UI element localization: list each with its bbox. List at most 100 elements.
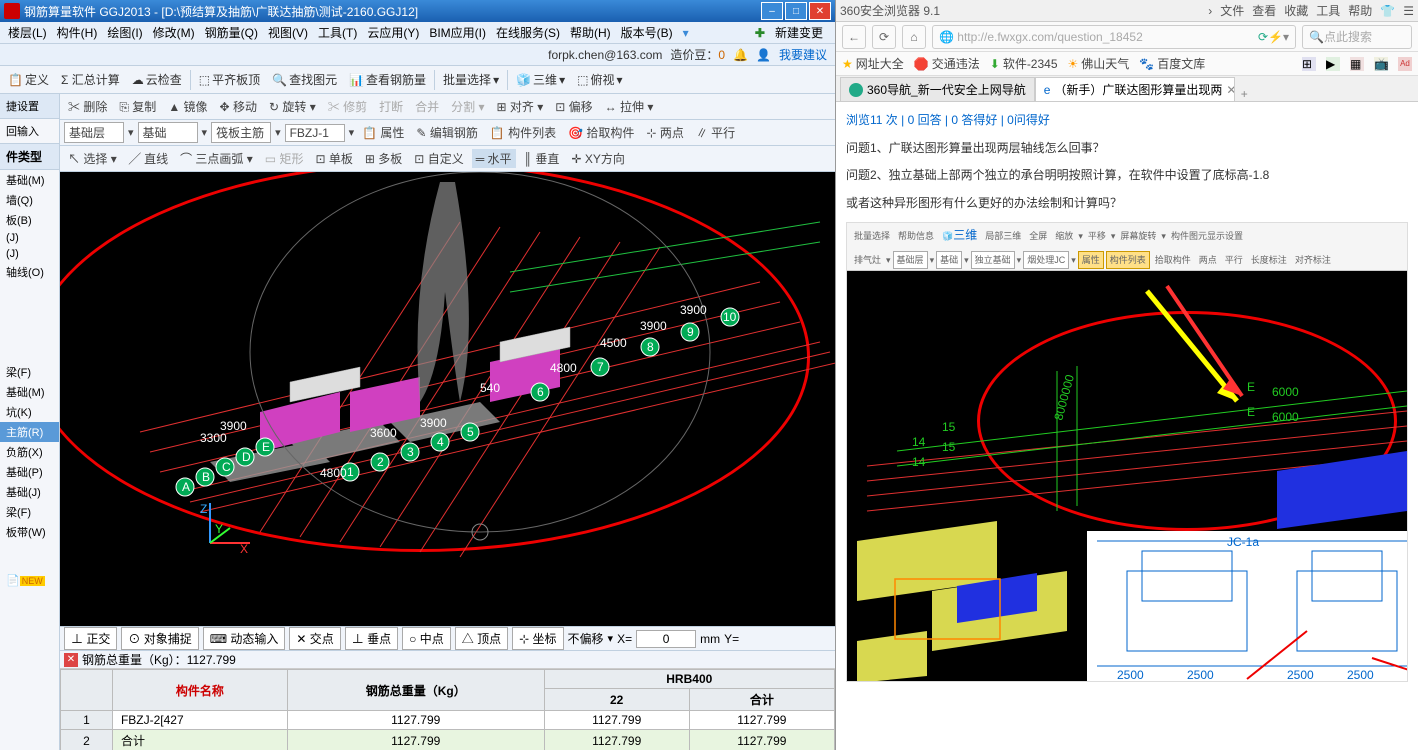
menu-rebar[interactable]: 钢筋量(Q)	[201, 24, 262, 41]
top-menu-view[interactable]: 查看	[1252, 2, 1276, 19]
list-item[interactable]: 板带(W)	[0, 522, 59, 542]
table-row[interactable]: 2 合计 1127.799 1127.799 1127.799	[61, 730, 835, 750]
trim-button[interactable]: ✂ 修剪	[324, 97, 371, 116]
top-menu-file[interactable]: 文件	[1220, 2, 1244, 19]
list-item[interactable]: 基础(P)	[0, 462, 59, 482]
rect-tool[interactable]: ▭ 矩形	[261, 149, 308, 168]
tab-360nav[interactable]: 360导航_新一代安全上网导航	[840, 77, 1035, 101]
offset-button[interactable]: ⊡ 偏移	[551, 97, 596, 116]
new-badge[interactable]: 📄NEW	[0, 572, 59, 589]
new-change-button[interactable]: ✚新建变更	[747, 24, 831, 41]
ext-icon[interactable]: ▦	[1350, 57, 1364, 71]
two-point-button[interactable]: ⊹ 两点	[642, 123, 687, 142]
intersect-button[interactable]: ✕ 交点	[289, 627, 340, 650]
list-item[interactable]: 基础(M)	[0, 382, 59, 402]
maximize-button[interactable]: □	[785, 2, 807, 20]
ext-icon[interactable]: 📺	[1374, 57, 1388, 71]
cloud-check-button[interactable]: ☁ 云检查	[128, 69, 186, 90]
menu-floor[interactable]: 楼层(L)	[4, 24, 51, 41]
side-tab-input[interactable]: 回输入	[0, 119, 59, 144]
address-bar[interactable]: 🌐 http://e.fwxgx.com/question_18452 ⟳ ⚡ …	[932, 25, 1296, 49]
menu-bim[interactable]: BIM应用(I)	[425, 24, 490, 41]
tab-question[interactable]: e （新手）广联达图形算量出现两 ✕	[1035, 77, 1235, 101]
list-item[interactable]: 负筋(X)	[0, 442, 59, 462]
code-select[interactable]: FBZJ-1	[285, 124, 345, 142]
list-item[interactable]: 基础(M)	[0, 170, 59, 190]
single-plate-button[interactable]: ⊡ 单板	[311, 149, 356, 168]
bookmark-wenku[interactable]: 🐾百度文库	[1139, 55, 1205, 72]
3d-viewport[interactable]: A B C D E 1 2 3 4 5 6 7 8 9 10	[60, 172, 835, 626]
multi-plate-button[interactable]: ⊞ 多板	[361, 149, 406, 168]
bell-icon[interactable]: 🔔	[733, 48, 748, 62]
search-input[interactable]: 🔍 点此搜索	[1302, 25, 1412, 49]
select-tool[interactable]: ↖ 选择 ▾	[64, 149, 121, 168]
parallel-button[interactable]: ∥ 平行	[692, 123, 739, 142]
merge-button[interactable]: 合并	[411, 97, 443, 116]
arc-tool[interactable]: ⌒ 三点画弧 ▾	[176, 149, 257, 168]
move-button[interactable]: ✥ 移动	[216, 97, 261, 116]
table-row[interactable]: 1 FBZJ-2[427 1127.799 1127.799 1127.799	[61, 711, 835, 730]
refresh-icon[interactable]: ⟳	[1258, 30, 1268, 44]
list-item[interactable]: 轴线(O)	[0, 262, 59, 282]
new-tab-button[interactable]: +	[1235, 87, 1254, 101]
batch-select-button[interactable]: 批量选择 ▾	[439, 69, 503, 90]
menu-modify[interactable]: 修改(M)	[149, 24, 199, 41]
reload-button[interactable]: ⟳	[872, 25, 896, 49]
top-menu-tools[interactable]: 工具	[1316, 2, 1340, 19]
custom-button[interactable]: ⊡ 自定义	[410, 149, 467, 168]
snap-button[interactable]: ⊙ 对象捕捉	[121, 627, 198, 650]
list-item[interactable]: (J)	[0, 246, 59, 262]
menu-draw[interactable]: 绘图(I)	[103, 24, 146, 41]
list-item[interactable]: 梁(F)	[0, 502, 59, 522]
vertical-button[interactable]: ║ 垂直	[520, 149, 564, 168]
shirt-icon[interactable]: 👕	[1380, 4, 1395, 18]
menu-icon[interactable]: ☰	[1403, 4, 1414, 18]
align-button[interactable]: ⊞ 对齐 ▾	[492, 97, 547, 116]
list-item[interactable]: 梁(F)	[0, 362, 59, 382]
menu-online[interactable]: 在线服务(S)	[492, 24, 564, 41]
break-button[interactable]: 打断	[375, 97, 407, 116]
horizontal-button[interactable]: ═ 水平	[472, 149, 516, 168]
rebar-select[interactable]: 筏板主筋	[211, 122, 271, 143]
split-button[interactable]: 分割 ▾	[447, 97, 488, 116]
top-menu-fav[interactable]: 收藏	[1284, 2, 1308, 19]
close-button[interactable]: ✕	[809, 2, 831, 20]
ortho-button[interactable]: ⊥ 正交	[64, 627, 117, 650]
vertex-button[interactable]: △ 顶点	[455, 627, 508, 650]
menu-tools[interactable]: 工具(T)	[314, 24, 361, 41]
mirror-button[interactable]: ▲ 镜像	[164, 97, 211, 116]
offset-select[interactable]: 不偏移	[568, 630, 604, 647]
list-item[interactable]: 墙(Q)	[0, 190, 59, 210]
bookmark-weather[interactable]: ☀佛山天气	[1068, 55, 1130, 72]
suggest-link[interactable]: 我要建议	[779, 46, 827, 63]
edit-rebar-button[interactable]: ✎ 编辑钢筋	[412, 123, 481, 142]
home-button[interactable]: ⌂	[902, 25, 926, 49]
list-item[interactable]: 主筋(R)	[0, 422, 59, 442]
menu-cloud[interactable]: 云应用(Y)	[363, 24, 423, 41]
minimize-button[interactable]: –	[761, 2, 783, 20]
line-tool[interactable]: ╱ 直线	[125, 149, 172, 168]
back-button[interactable]: ←	[842, 25, 866, 49]
midpoint-button[interactable]: ○ 中点	[402, 627, 451, 650]
user-icon[interactable]: 👤	[756, 48, 771, 62]
define-button[interactable]: 📋 定义	[4, 69, 53, 90]
property-button[interactable]: 📋 属性	[358, 123, 408, 142]
xy-button[interactable]: ✛ XY方向	[567, 149, 628, 168]
ext-icon[interactable]: ▶	[1326, 57, 1340, 71]
delete-button[interactable]: ✂ 删除	[64, 97, 111, 116]
x-input[interactable]	[636, 630, 696, 648]
bookmark-all[interactable]: ★网址大全	[842, 55, 904, 72]
menu-view[interactable]: 视图(V)	[264, 24, 312, 41]
list-item[interactable]: (J)	[0, 230, 59, 246]
list-item[interactable]: 基础(J)	[0, 482, 59, 502]
sum-calc-button[interactable]: Σ 汇总计算	[57, 69, 124, 90]
layer-select[interactable]: 基础层	[64, 122, 124, 143]
list-item[interactable]: 坑(K)	[0, 402, 59, 422]
type-select[interactable]: 基础	[138, 122, 198, 143]
dynamic-input-button[interactable]: ⌨ 动态输入	[203, 627, 286, 650]
menu-component[interactable]: 构件(H)	[53, 24, 102, 41]
perp-button[interactable]: ⊥ 垂点	[345, 627, 398, 650]
menu-help[interactable]: 帮助(H)	[566, 24, 615, 41]
bolt-icon[interactable]: ⚡	[1268, 30, 1283, 44]
component-list-button[interactable]: 📋 构件列表	[486, 123, 560, 142]
